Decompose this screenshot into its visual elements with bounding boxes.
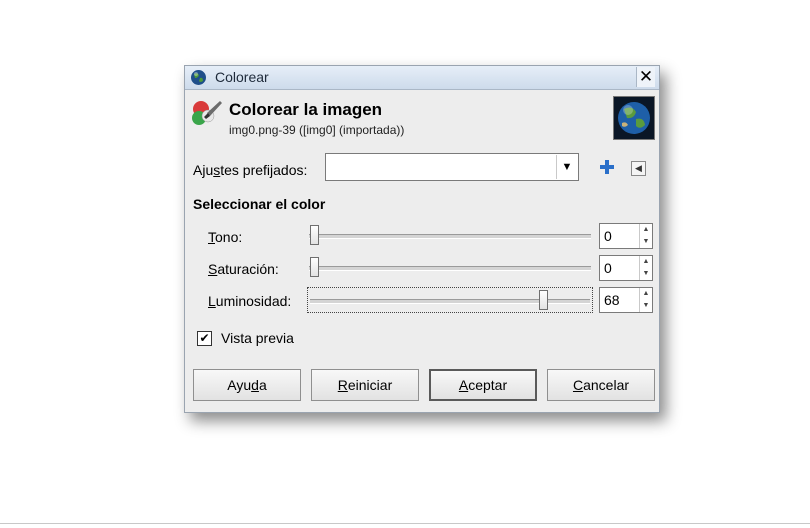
spin-arrows[interactable]: ▲ ▼ (639, 224, 652, 248)
reset-button[interactable]: Reiniciar (311, 369, 419, 401)
presets-label: Ajustes prefijados: (193, 162, 308, 178)
saturation-label: Saturación: (208, 261, 279, 277)
slider-thumb[interactable] (310, 257, 319, 277)
lightness-slider[interactable] (307, 287, 593, 313)
hue-value: 0 (604, 228, 612, 244)
close-button[interactable]: ✕ (636, 67, 655, 87)
slider-track (309, 234, 591, 239)
plus-icon[interactable] (599, 159, 615, 175)
preview-label[interactable]: Vista previa (221, 330, 294, 346)
saturation-spinbox[interactable]: 0 ▲ ▼ (599, 255, 653, 281)
hue-spinbox[interactable]: 0 ▲ ▼ (599, 223, 653, 249)
earth-thumbnail (613, 96, 655, 140)
spin-arrows[interactable]: ▲ ▼ (639, 256, 652, 280)
saturation-value: 0 (604, 260, 612, 276)
window-title: Colorear (215, 69, 269, 85)
help-button[interactable]: Ayuda (193, 369, 301, 401)
presets-combobox[interactable]: ▼ (325, 153, 579, 181)
saturation-slider[interactable] (307, 255, 593, 281)
checkmark-icon: ✔ (199, 331, 210, 345)
section-title: Seleccionar el color (193, 196, 326, 212)
dialog-heading: Colorear la imagen (229, 100, 383, 119)
ok-button[interactable]: Aceptar (429, 369, 537, 401)
page-divider (0, 523, 810, 524)
slider-thumb[interactable] (539, 290, 549, 310)
image-subtitle: img0.png-39 ([img0] (importada)) (229, 123, 405, 137)
colorize-dialog: Colorear ✕ Colorear la imagen img0.png-3… (184, 65, 660, 413)
lightness-label: Luminosidad: (208, 293, 292, 309)
cancel-button[interactable]: Cancelar (547, 369, 655, 401)
spin-arrows[interactable]: ▲ ▼ (639, 288, 652, 312)
slider-thumb[interactable] (310, 225, 319, 245)
colorize-icon (192, 101, 222, 125)
hue-slider[interactable] (307, 223, 593, 249)
triangle-left-icon[interactable]: ◀ (631, 161, 646, 176)
lightness-value: 68 (604, 292, 620, 308)
preview-checkbox[interactable]: ✔ (197, 331, 212, 346)
chevron-down-icon: ▼ (561, 161, 573, 173)
slider-track (309, 266, 591, 271)
close-icon: ✕ (638, 67, 654, 86)
hue-label: Tono: (208, 229, 243, 245)
combo-dropdown-button[interactable]: ▼ (556, 155, 577, 179)
lightness-spinbox[interactable]: 68 ▲ ▼ (599, 287, 653, 313)
gimp-globe-icon (191, 70, 206, 85)
title-bar: Colorear ✕ (185, 66, 659, 90)
